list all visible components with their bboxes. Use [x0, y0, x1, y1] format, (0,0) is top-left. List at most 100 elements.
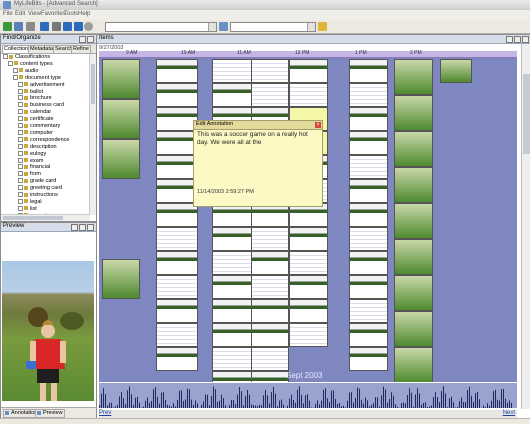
item-thumbnail[interactable]: [394, 203, 433, 239]
item-thumbnail[interactable]: [349, 323, 388, 347]
item-thumbnail[interactable]: [156, 131, 198, 155]
item-thumbnail[interactable]: [212, 83, 252, 107]
tree-item[interactable]: financial: [18, 164, 50, 170]
menu-edit[interactable]: Edit: [15, 11, 25, 17]
pin-icon[interactable]: [52, 22, 61, 31]
close-icon[interactable]: [87, 224, 94, 231]
query-combo[interactable]: [230, 22, 316, 32]
search-icon[interactable]: [84, 22, 93, 31]
view-toggle-icon[interactable]: [63, 22, 72, 31]
tab-preview[interactable]: Preview: [35, 409, 65, 418]
tree-item[interactable]: business card: [18, 102, 64, 108]
scroll-thumb[interactable]: [3, 216, 63, 220]
pin-icon[interactable]: [79, 224, 86, 231]
tree-item[interactable]: exam: [18, 158, 43, 164]
item-thumbnail[interactable]: [289, 83, 328, 107]
expand-icon[interactable]: [18, 123, 23, 128]
dropdown-icon[interactable]: [506, 36, 513, 43]
item-thumbnail[interactable]: [156, 251, 198, 275]
item-thumbnail[interactable]: [394, 275, 433, 311]
timeline-view-icon[interactable]: [74, 22, 83, 31]
expand-icon[interactable]: [18, 151, 23, 156]
item-thumbnail[interactable]: [212, 347, 252, 371]
menu-file[interactable]: File: [3, 11, 13, 17]
item-thumbnail[interactable]: [349, 251, 388, 275]
tree-item[interactable]: certificate: [18, 116, 54, 122]
expand-icon[interactable]: [18, 144, 23, 149]
item-thumbnail[interactable]: [349, 107, 388, 131]
item-thumbnail[interactable]: [349, 59, 388, 83]
item-thumbnail[interactable]: [349, 299, 388, 323]
close-icon[interactable]: [522, 36, 529, 43]
item-thumbnail[interactable]: [250, 59, 289, 83]
tree-item[interactable]: greeting card: [18, 185, 62, 191]
item-thumbnail[interactable]: [212, 299, 252, 323]
item-thumbnail[interactable]: [102, 59, 140, 99]
tree-item[interactable]: eulogy: [18, 151, 46, 157]
favorites-icon[interactable]: [318, 22, 327, 31]
item-thumbnail[interactable]: [394, 131, 433, 167]
expand-icon[interactable]: [18, 82, 23, 87]
expand-icon[interactable]: [18, 158, 23, 163]
expand-icon[interactable]: [18, 206, 23, 211]
item-thumbnail[interactable]: [394, 347, 433, 382]
tree-item[interactable]: form: [18, 171, 41, 177]
close-icon[interactable]: ×: [315, 122, 321, 128]
item-thumbnail[interactable]: [156, 59, 198, 83]
expand-icon[interactable]: [18, 89, 23, 94]
item-thumbnail[interactable]: [212, 251, 252, 275]
item-thumbnail[interactable]: [250, 371, 289, 382]
tree-item[interactable]: audio: [13, 68, 38, 74]
tree-item[interactable]: description: [18, 144, 57, 150]
annotation-editor[interactable]: Edit Annotation × This was a soccer game…: [193, 120, 323, 207]
item-thumbnail[interactable]: [156, 203, 198, 227]
item-thumbnail[interactable]: [349, 83, 388, 107]
tree-item[interactable]: content types: [8, 61, 53, 67]
item-thumbnail[interactable]: [394, 95, 433, 131]
item-thumbnail[interactable]: [250, 275, 289, 299]
item-thumbnail[interactable]: [349, 203, 388, 227]
tree-item[interactable]: ballot: [18, 89, 43, 95]
expand-icon[interactable]: [18, 109, 23, 114]
expand-icon[interactable]: [18, 185, 23, 190]
item-thumbnail[interactable]: [349, 131, 388, 155]
expand-icon[interactable]: [18, 95, 23, 100]
item-thumbnail[interactable]: [250, 347, 289, 371]
item-thumbnail[interactable]: [349, 155, 388, 179]
tree-item[interactable]: list: [18, 206, 37, 212]
item-thumbnail[interactable]: [250, 251, 289, 275]
item-thumbnail[interactable]: [212, 275, 252, 299]
item-thumbnail[interactable]: [156, 347, 198, 371]
item-thumbnail[interactable]: [349, 179, 388, 203]
tree-item[interactable]: computer: [18, 130, 53, 136]
expand-icon[interactable]: [18, 164, 23, 169]
item-thumbnail[interactable]: [349, 275, 388, 299]
item-thumbnail[interactable]: [212, 371, 252, 382]
item-thumbnail[interactable]: [394, 311, 433, 347]
activity-histogram[interactable]: [99, 383, 517, 408]
item-thumbnail[interactable]: [102, 259, 140, 299]
tree-item[interactable]: commentary: [18, 123, 60, 129]
item-thumbnail[interactable]: [156, 155, 198, 179]
timeline-area[interactable]: Sept 2003: [99, 58, 517, 382]
menu-tools[interactable]: Tools: [64, 11, 78, 17]
item-thumbnail[interactable]: [156, 107, 198, 131]
tree-item[interactable]: correspondence: [18, 137, 69, 143]
item-thumbnail[interactable]: [156, 179, 198, 203]
expand-icon[interactable]: [13, 68, 18, 73]
expand-icon[interactable]: [18, 171, 23, 176]
item-thumbnail[interactable]: [250, 323, 289, 347]
item-thumbnail[interactable]: [156, 83, 198, 107]
home-icon[interactable]: [40, 22, 49, 31]
prev-link[interactable]: Prev: [99, 410, 111, 416]
expand-icon[interactable]: [18, 102, 23, 107]
item-thumbnail[interactable]: [212, 323, 252, 347]
next-link[interactable]: Next: [503, 410, 515, 416]
item-thumbnail[interactable]: [102, 99, 140, 139]
menu-favorites[interactable]: Favorites: [41, 11, 66, 17]
expand-icon[interactable]: [8, 61, 13, 66]
go-icon[interactable]: [219, 22, 228, 31]
expand-icon[interactable]: [13, 75, 18, 80]
close-icon[interactable]: [87, 36, 94, 43]
item-thumbnail[interactable]: [250, 227, 289, 251]
